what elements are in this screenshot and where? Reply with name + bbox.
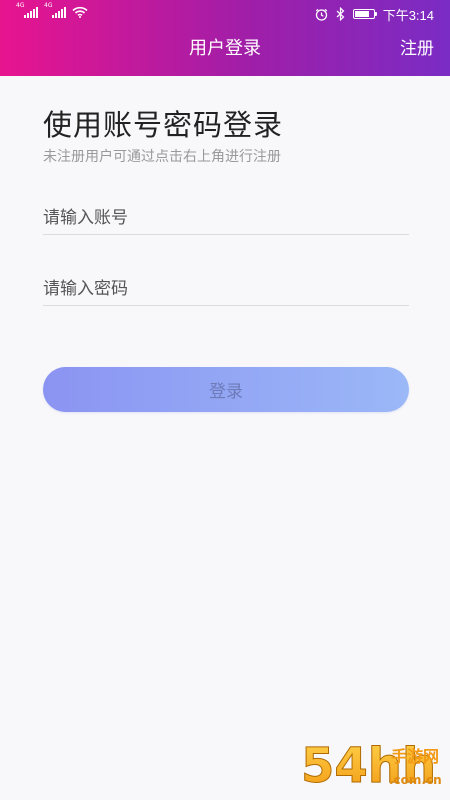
- network-type-label: 4G: [44, 2, 53, 9]
- wifi-icon: [72, 6, 88, 18]
- account-input[interactable]: [43, 202, 409, 235]
- register-hint: 未注册用户可通过点击右上角进行注册: [43, 149, 281, 165]
- battery-icon: [352, 9, 377, 19]
- status-time: 下午3:14: [382, 7, 434, 23]
- status-bar-right: 下午3:14: [315, 6, 434, 23]
- login-button[interactable]: 登录: [43, 367, 409, 412]
- login-heading: 使用账号密码登录: [43, 108, 284, 142]
- signal-icon: 4G: [44, 2, 66, 18]
- app-header: 4G 4G 下午3:14 用户登录 注册: [0, 0, 450, 76]
- alarm-icon: [315, 8, 327, 21]
- site-watermark-logo: 54hh 手游网 .com.cn: [301, 738, 442, 795]
- register-button[interactable]: 注册: [400, 36, 434, 62]
- svg-text:.com.cn: .com.cn: [389, 773, 442, 787]
- status-bar-left: 4G 4G: [16, 2, 88, 18]
- page-title: 用户登录: [189, 38, 261, 59]
- signal-icon: 4G: [16, 2, 38, 18]
- status-bar: 4G 4G 下午3:14: [0, 0, 450, 28]
- password-input[interactable]: [43, 273, 409, 306]
- network-type-label: 4G: [16, 2, 25, 9]
- svg-text:手游网: 手游网: [391, 747, 439, 766]
- bluetooth-icon: [336, 7, 345, 21]
